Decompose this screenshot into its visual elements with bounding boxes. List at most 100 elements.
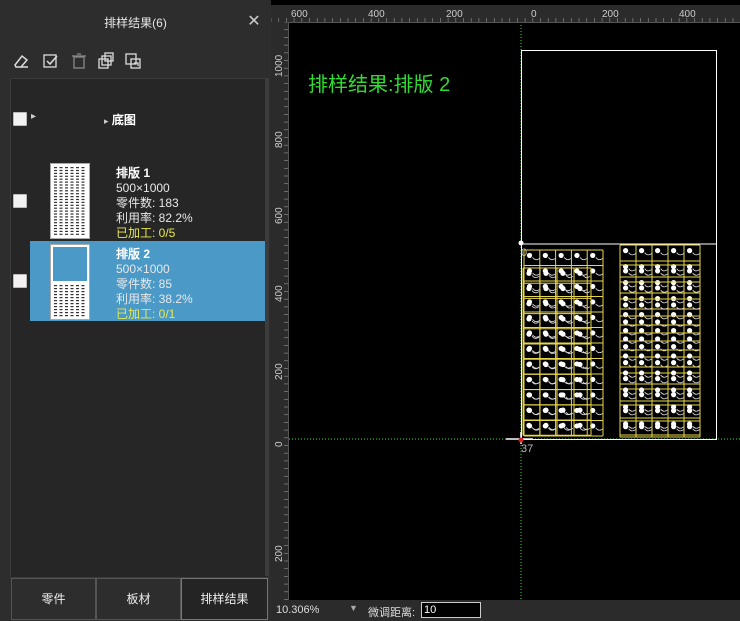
- thumb-part: [70, 201, 74, 203]
- part-hole: [526, 407, 532, 413]
- thumb-part: [59, 193, 63, 195]
- part-contour: [660, 284, 668, 288]
- part-hole: [687, 268, 693, 274]
- thumb-part: [59, 213, 63, 215]
- part-contour: [595, 257, 603, 261]
- part-hole: [526, 361, 532, 368]
- part-hole: [639, 328, 645, 334]
- thumb-part: [65, 198, 68, 201]
- expand-icon[interactable]: ▸: [31, 111, 36, 122]
- part-contour: [676, 300, 684, 304]
- part-hole: [639, 392, 645, 398]
- thumb-part: [81, 201, 85, 203]
- thumb-part: [59, 222, 63, 224]
- sheet-checkbox[interactable]: [13, 194, 27, 208]
- tab-parts[interactable]: 零件: [11, 578, 96, 620]
- part-contour: [582, 427, 591, 430]
- thumb-part: [59, 233, 63, 235]
- close-icon[interactable]: ✕: [246, 14, 262, 30]
- part-contour: [676, 396, 684, 400]
- thumb-part: [81, 178, 85, 180]
- thumb-part: [76, 222, 79, 224]
- thumb-part: [54, 303, 57, 305]
- part-hole: [639, 302, 645, 308]
- part-contour: [532, 303, 540, 307]
- sheet-thumbnail-1: [50, 163, 90, 239]
- scrollbar[interactable]: [265, 78, 269, 576]
- thumb-part: [81, 175, 85, 177]
- check-square-icon[interactable]: [42, 52, 60, 70]
- part-contour: [676, 412, 684, 416]
- part-contour: [644, 408, 652, 412]
- part-hole: [655, 421, 661, 427]
- thumb-part: [54, 306, 57, 308]
- eraser-icon[interactable]: [12, 52, 30, 70]
- thumb-part: [54, 225, 57, 227]
- part-contour: [628, 252, 636, 256]
- part-contour: [595, 272, 603, 276]
- thumb-part: [54, 201, 57, 203]
- part-contour: [660, 396, 668, 400]
- part-contour: [644, 289, 652, 293]
- thumb-part: [65, 216, 68, 218]
- thumb-part: [65, 167, 68, 169]
- trash-icon[interactable]: [70, 52, 88, 70]
- part-contour: [676, 425, 684, 429]
- thumb-part: [81, 207, 85, 209]
- sheet-row-2[interactable]: 排版 2 500×1000 零件数: 85 利用率: 38.2% 已加工: 0/…: [30, 241, 265, 321]
- part-contour: [692, 425, 700, 429]
- part-hole: [639, 285, 645, 291]
- thumb-part: [70, 169, 74, 172]
- part-contour: [692, 300, 700, 304]
- thumb-part: [70, 312, 74, 314]
- ruler-left-label: 200: [274, 363, 285, 380]
- part-hole: [655, 387, 661, 393]
- tab-sheets[interactable]: 板材: [96, 578, 181, 620]
- part-hole: [671, 336, 677, 342]
- thumb-part: [54, 315, 57, 317]
- thumb-part: [70, 306, 74, 308]
- tab-results[interactable]: 排样结果: [181, 578, 268, 620]
- part-hole: [639, 387, 645, 393]
- thumb-part: [70, 175, 74, 177]
- ruler-left-label: 800: [274, 131, 285, 148]
- part-contour: [676, 374, 684, 378]
- part-hole: [671, 387, 677, 393]
- thumb-part: [59, 201, 63, 203]
- stack-icon[interactable]: [97, 52, 115, 70]
- part-contour: [595, 334, 603, 338]
- part-contour: [531, 275, 540, 278]
- base-checkbox[interactable]: [13, 112, 27, 126]
- thumb-part: [59, 315, 63, 317]
- thumb-part: [59, 196, 63, 198]
- thumb-part: [70, 233, 74, 235]
- thumb-part: [65, 315, 68, 317]
- thumb-part: [76, 187, 79, 189]
- part-hole: [560, 316, 566, 322]
- part-contour: [565, 411, 574, 415]
- thumb-part: [65, 219, 68, 221]
- part-hole: [671, 268, 677, 274]
- sheet-checkbox[interactable]: [13, 274, 27, 288]
- thumb-part: [54, 219, 57, 221]
- fine-tune-input[interactable]: 10: [421, 602, 481, 618]
- part-contour: [628, 300, 636, 304]
- part-hole: [526, 270, 532, 276]
- part-hole: [639, 360, 645, 366]
- zoom-dropdown-icon[interactable]: ▼: [349, 603, 358, 613]
- export-icon[interactable]: [124, 52, 142, 70]
- sheet-row-1[interactable]: 排版 1 500×1000 零件数: 183 利用率: 82.2% 已加工: 0…: [30, 160, 265, 240]
- ruler-top-label: 400: [368, 9, 385, 20]
- thumb-part: [76, 291, 79, 293]
- thumb-part: [81, 198, 85, 201]
- thumb-part: [59, 230, 63, 232]
- thumb-part: [76, 297, 79, 299]
- thumb-part: [70, 300, 74, 302]
- part-contour: [660, 300, 668, 304]
- part-contour: [628, 289, 636, 293]
- origin-point: [518, 437, 524, 443]
- part-hole: [655, 285, 661, 291]
- part-hole: [560, 270, 566, 276]
- thumb-part: [81, 230, 85, 232]
- part-contour: [595, 381, 603, 385]
